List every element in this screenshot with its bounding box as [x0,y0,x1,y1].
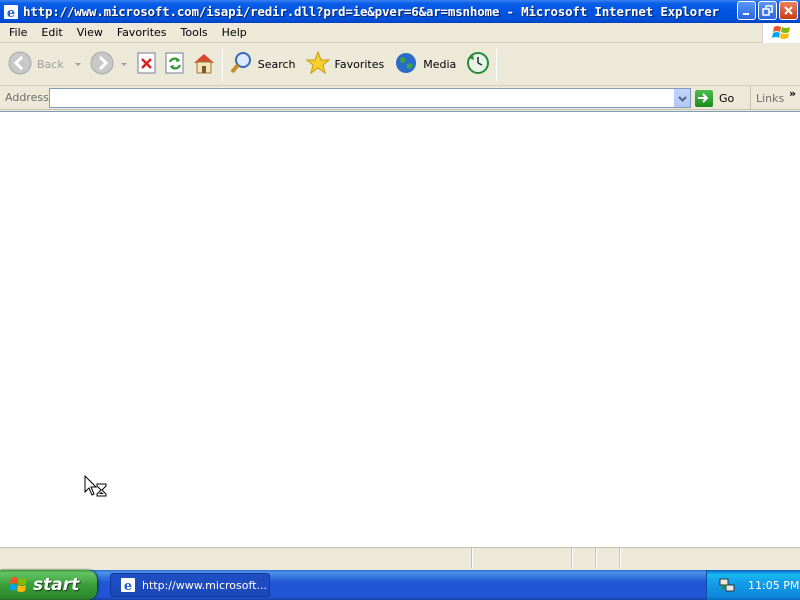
start-button[interactable]: start [0,570,97,600]
taskbar-item-ie[interactable]: e http://www.microsoft... [110,573,270,597]
back-dropdown-icon[interactable] [74,63,81,66]
stop-icon [136,52,158,77]
go-arrow-icon [695,89,713,107]
links-toolbar[interactable]: Links » [750,86,796,110]
address-bar: Address Go Links » [0,86,800,110]
standard-toolbar: Back Search Favorites Media [0,44,800,86]
refresh-button[interactable] [161,47,189,83]
history-clock-icon [466,51,490,78]
page-content[interactable] [0,111,800,547]
favorites-label: Favorites [334,58,385,71]
taskbar: start e http://www.microsoft... 11:05 PM [0,570,800,600]
busy-cursor-icon [84,474,108,499]
favorites-button[interactable]: Favorites [303,47,388,83]
system-tray: 11:05 PM [706,570,800,600]
taskbar-item-label: http://www.microsoft... [142,578,267,592]
svg-text:e: e [124,579,132,593]
start-label: start [33,575,80,595]
menu-file[interactable]: File [0,23,34,43]
menu-tools[interactable]: Tools [174,23,215,43]
stop-button[interactable] [133,47,161,83]
clock[interactable]: 11:05 PM [748,579,799,592]
status-progress-cell [472,548,572,568]
status-cell [596,548,620,568]
svg-text:e: e [7,6,15,20]
history-button[interactable] [463,47,493,83]
status-bar [0,547,800,569]
links-chevron-icon[interactable]: » [789,87,796,100]
search-label: Search [257,58,296,71]
media-label: Media [423,58,457,71]
back-arrow-icon [8,51,32,78]
restore-icon [759,2,776,19]
windows-logo-icon [762,23,800,43]
menu-favorites[interactable]: Favorites [110,23,174,43]
forward-button[interactable] [87,47,117,83]
links-label: Links [756,91,785,105]
menu-help[interactable]: Help [215,23,254,43]
ie-icon: e [3,4,19,21]
status-zone-cell [620,548,800,568]
ie-icon: e [120,577,136,594]
close-button[interactable] [779,1,798,20]
close-icon [780,2,797,19]
search-button[interactable]: Search [226,47,299,83]
window-title: http://www.microsoft.com/isapi/redir.dll… [23,4,719,19]
refresh-icon [164,52,186,77]
back-button[interactable]: Back [5,47,67,83]
media-globe-icon [394,51,418,78]
go-button[interactable]: Go [695,89,734,107]
chevron-down-icon [677,92,687,105]
go-label: Go [719,91,735,105]
search-icon [229,51,253,78]
minimize-icon [738,2,755,19]
media-button[interactable]: Media [391,47,459,83]
status-text-cell [0,548,472,568]
menu-bar: File Edit View Favorites Tools Help [0,23,800,43]
star-icon [305,50,330,78]
address-label: Address [5,91,49,104]
forward-dropdown-icon[interactable] [120,63,127,66]
status-cell [572,548,596,568]
address-dropdown-button[interactable] [673,89,690,107]
minimize-button[interactable] [737,1,756,20]
home-button[interactable] [189,47,219,83]
address-input[interactable] [49,88,691,108]
windows-flag-icon [9,576,28,594]
forward-arrow-icon [90,51,114,78]
menu-edit[interactable]: Edit [34,23,69,43]
network-icon[interactable] [719,577,735,593]
menu-view[interactable]: View [70,23,110,43]
home-icon [192,51,216,78]
restore-button[interactable] [758,1,777,20]
toolbar-separator [496,48,498,81]
toolbar-separator [221,48,223,81]
back-label: Back [37,58,64,71]
title-bar[interactable]: e http://www.microsoft.com/isapi/redir.d… [0,0,800,23]
